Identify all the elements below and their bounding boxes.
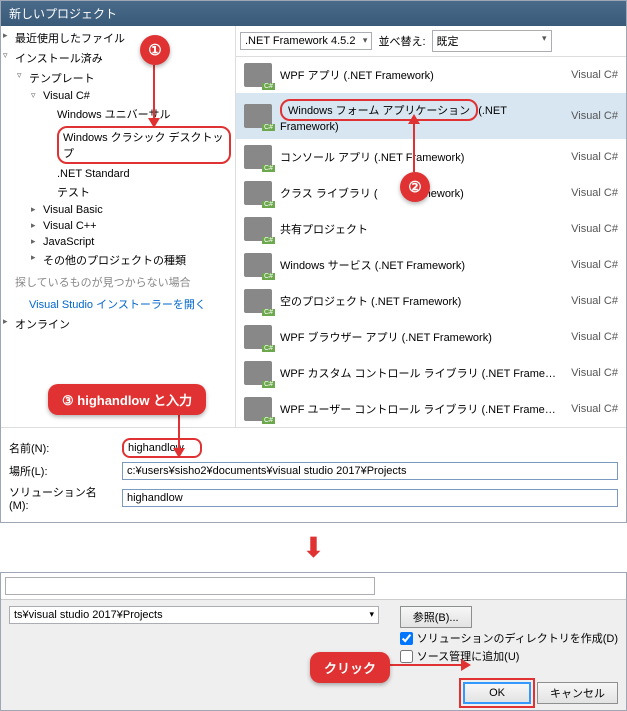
arrow-2-head xyxy=(408,114,420,124)
ok-button[interactable]: OK xyxy=(463,682,531,704)
arrow-1-head xyxy=(148,118,160,128)
sidebar-hint: 探しているものが見つからない場合 xyxy=(1,270,235,294)
sort-label: 並べ替え: xyxy=(378,33,425,49)
main-panel: .NET Framework 4.5.2 並べ替え: 既定 WPF アプリ (.… xyxy=(236,26,626,427)
open-installer-link[interactable]: Visual Studio インストーラーを開く xyxy=(1,294,235,314)
template-winforms-app[interactable]: Windows フォーム アプリケーション(.NET Framework) Vi… xyxy=(236,93,626,139)
arrow-click-head xyxy=(461,659,471,671)
source-control-checkbox[interactable] xyxy=(400,650,413,663)
template-list: WPF アプリ (.NET Framework) Visual C# Windo… xyxy=(236,57,626,427)
template-windows-service[interactable]: Windows サービス (.NET Framework) Visual C# xyxy=(236,247,626,283)
project-icon xyxy=(244,181,272,205)
tree-visual-cpp[interactable]: Visual C++ xyxy=(1,218,235,234)
tree-universal[interactable]: Windows ユニバーサル xyxy=(1,104,235,124)
solution-input[interactable] xyxy=(122,489,618,507)
template-wpf-custom-control[interactable]: WPF カスタム コントロール ライブラリ (.NET Frame… Visua… xyxy=(236,355,626,391)
project-icon xyxy=(244,104,272,128)
project-icon xyxy=(244,325,272,349)
sidebar: 最近使用したファイル インストール済み テンプレート Visual C# Win… xyxy=(1,26,236,427)
template-empty-project[interactable]: 空のプロジェクト (.NET Framework) Visual C# xyxy=(236,283,626,319)
path-dropdown[interactable]: ts¥visual studio 2017¥Projects xyxy=(9,606,379,624)
tree-javascript[interactable]: JavaScript xyxy=(1,234,235,250)
arrow-2 xyxy=(413,122,415,172)
cancel-button[interactable]: キャンセル xyxy=(537,682,618,704)
project-icon xyxy=(244,217,272,241)
callout-1: ① xyxy=(140,35,170,65)
tree-visual-csharp[interactable]: Visual C# xyxy=(1,88,235,104)
tree-visual-basic[interactable]: Visual Basic xyxy=(1,202,235,218)
callout-click: クリック xyxy=(310,652,390,683)
sort-dropdown[interactable]: 既定 xyxy=(432,30,552,52)
name-input[interactable] xyxy=(122,438,202,458)
framework-dropdown[interactable]: .NET Framework 4.5.2 xyxy=(240,32,372,50)
bottom-fields: 名前(N): 場所(L): ソリューション名(M): xyxy=(1,427,626,522)
tree-online[interactable]: オンライン xyxy=(1,314,235,334)
toolbar: .NET Framework 4.5.2 並べ替え: 既定 xyxy=(236,26,626,57)
create-dir-checkbox[interactable] xyxy=(400,632,413,645)
location-label: 場所(L): xyxy=(9,463,114,479)
tree-net-standard[interactable]: .NET Standard xyxy=(1,166,235,182)
browse-button[interactable]: 参照(B)... xyxy=(400,606,472,628)
template-wpf-browser[interactable]: WPF ブラウザー アプリ (.NET Framework) Visual C# xyxy=(236,319,626,355)
solution-label: ソリューション名(M): xyxy=(9,484,114,512)
tree-other-types[interactable]: その他のプロジェクトの種類 xyxy=(1,250,235,270)
project-icon xyxy=(244,145,272,169)
project-icon xyxy=(244,253,272,277)
arrow-click xyxy=(378,664,463,666)
create-dir-label: ソリューションのディレクトリを作成(D) xyxy=(417,630,618,646)
project-icon xyxy=(244,63,272,87)
callout-3: ③ highandlow と入力 xyxy=(48,384,206,415)
down-arrow-icon: ⬇ xyxy=(0,531,627,564)
tree-installed[interactable]: インストール済み xyxy=(1,48,235,68)
tree-recent[interactable]: 最近使用したファイル xyxy=(1,28,235,48)
name-label: 名前(N): xyxy=(9,440,114,456)
template-shared-project[interactable]: 共有プロジェクト Visual C# xyxy=(236,211,626,247)
path-input-top[interactable] xyxy=(5,577,375,595)
project-icon xyxy=(244,289,272,313)
tree-test[interactable]: テスト xyxy=(1,182,235,202)
project-icon xyxy=(244,397,272,421)
template-console-app[interactable]: コンソール アプリ (.NET Framework) Visual C# xyxy=(236,139,626,175)
arrow-1 xyxy=(153,65,155,118)
template-class-library[interactable]: クラス ライブラリ (XXXXXXmework) Visual C# xyxy=(236,175,626,211)
project-icon xyxy=(244,361,272,385)
dialog-title: 新しいプロジェクト xyxy=(1,1,626,26)
location-input[interactable] xyxy=(122,462,618,480)
tree-templates[interactable]: テンプレート xyxy=(1,68,235,88)
template-wpf-app[interactable]: WPF アプリ (.NET Framework) Visual C# xyxy=(236,57,626,93)
arrow-3-head xyxy=(173,448,185,458)
new-project-dialog: 新しいプロジェクト 最近使用したファイル インストール済み テンプレート Vis… xyxy=(0,0,627,523)
tree-classic-desktop[interactable]: Windows クラシック デスクトップ xyxy=(1,124,235,166)
template-wpf-user-control[interactable]: WPF ユーザー コントロール ライブラリ (.NET Frame… Visua… xyxy=(236,391,626,427)
callout-2: ② xyxy=(400,172,430,202)
dialog-bottom-section: ts¥visual studio 2017¥Projects 参照(B)... … xyxy=(0,572,627,711)
name-input-ext[interactable] xyxy=(202,439,618,457)
